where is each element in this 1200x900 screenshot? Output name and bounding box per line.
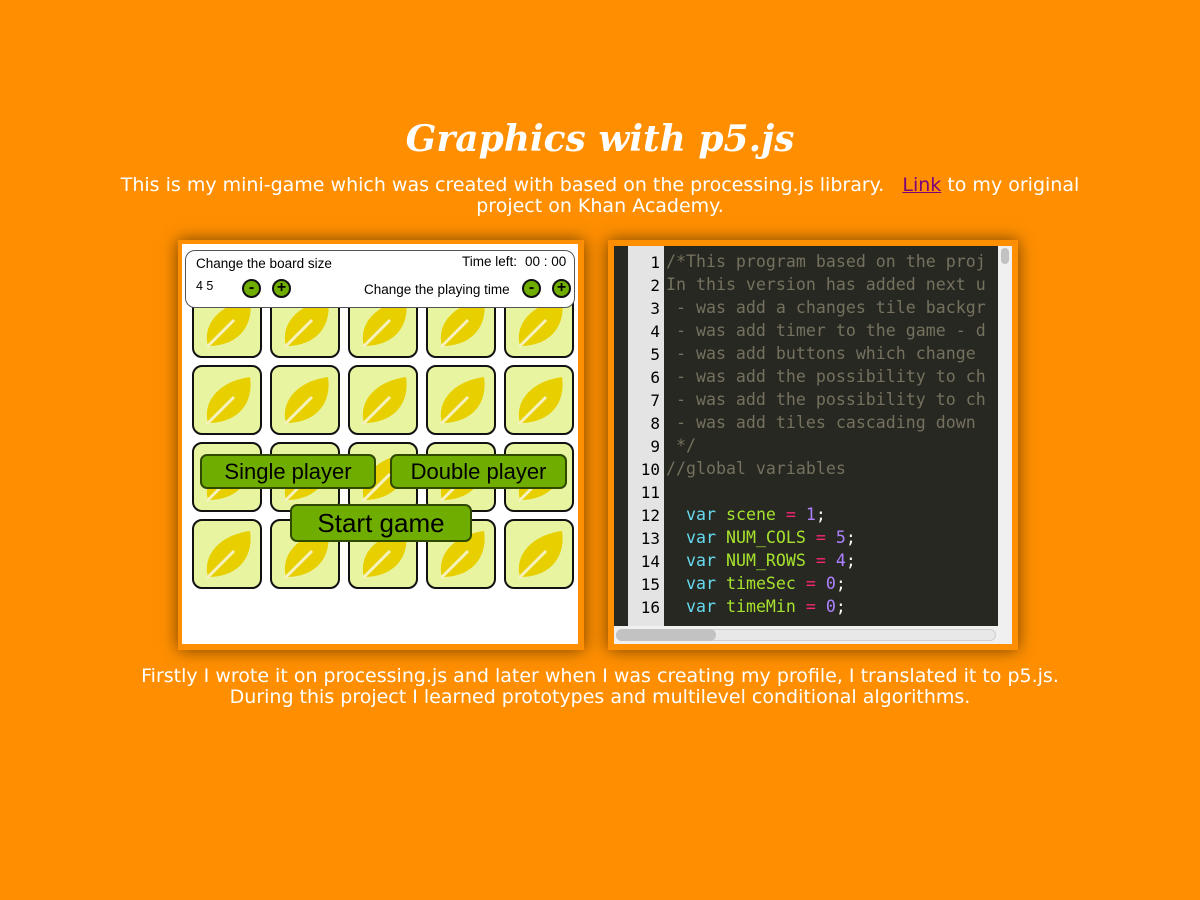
outro-text: Firstly I wrote it on processing.js and …	[141, 665, 1059, 708]
vertical-scrollbar-thumb[interactable]	[1001, 248, 1009, 264]
code-line: - was add timer to the game - d	[666, 321, 986, 340]
board-size-value: 4 5	[196, 279, 214, 293]
leaf-icon	[517, 531, 563, 580]
intro-text-start: This is my mini-game which was created w…	[120, 174, 885, 196]
line-number: 11	[640, 483, 660, 502]
line-number: 12	[640, 506, 660, 525]
code-line: - was add the possibility to ch	[666, 390, 986, 409]
leaf-icon	[439, 377, 485, 426]
code-line: var scene = 1;	[685, 505, 826, 524]
line-number: 4	[650, 322, 660, 341]
intro-text: This is my mini-game which was created w…	[120, 175, 1080, 217]
leaf-icon	[283, 377, 329, 426]
line-number: 2	[650, 276, 660, 295]
vertical-scrollbar[interactable]	[998, 246, 1012, 626]
leaf-icon	[361, 377, 407, 426]
game-tile[interactable]	[348, 365, 418, 435]
code-line: In this version has added next u	[666, 275, 986, 294]
game-tile[interactable]	[504, 519, 574, 589]
code-line: var NUM_ROWS = 4;	[685, 551, 856, 570]
board-size-plus-button[interactable]: +	[272, 279, 291, 298]
line-number: 16	[640, 598, 660, 617]
code-line: var timeSec = 0;	[685, 574, 846, 593]
playing-time-plus-button[interactable]: +	[552, 279, 571, 298]
control-bar: Change the board size Time left: 00 : 00…	[185, 250, 575, 308]
code-editor[interactable]: 1 /*This program based on the proj 2 In thi…	[614, 246, 1012, 644]
line-number: 1	[650, 253, 660, 272]
game-tile[interactable]	[504, 365, 574, 435]
code-line: var timeMin = 0;	[685, 597, 846, 616]
leaf-icon	[517, 377, 563, 426]
start-game-button[interactable]: Start game	[290, 504, 472, 542]
code-line: - was add buttons which change	[666, 344, 986, 363]
board-size-label: Change the board size	[196, 256, 332, 271]
horizontal-scrollbar[interactable]	[614, 626, 1012, 644]
line-number: 9	[650, 437, 660, 456]
double-player-button[interactable]: Double player	[390, 454, 567, 489]
line-number: 7	[650, 391, 660, 410]
line-number: 13	[640, 529, 660, 548]
game-tile[interactable]	[426, 365, 496, 435]
leaf-icon	[205, 377, 251, 426]
game-tile[interactable]	[270, 365, 340, 435]
line-number: 10	[640, 460, 660, 479]
code-line: //global variables	[666, 459, 846, 478]
playing-time-label: Change the playing time	[364, 282, 510, 297]
line-number: 3	[650, 299, 660, 318]
code-line: var NUM_COLS = 5;	[685, 528, 856, 547]
code-line: - was add tiles cascading down	[666, 413, 986, 432]
code-line: */	[666, 436, 696, 455]
khan-academy-link[interactable]: Link	[902, 174, 941, 196]
time-left-value: 00 : 00	[525, 254, 567, 269]
code-editor-panel: 1 /*This program based on the proj 2 In thi…	[608, 240, 1018, 650]
time-left-label: Time left:	[462, 254, 518, 269]
page-title: Graphics with p5.js	[405, 118, 795, 160]
playing-time-minus-button[interactable]: -	[522, 279, 541, 298]
line-number: 14	[640, 552, 660, 571]
line-number: 15	[640, 575, 660, 594]
single-player-button[interactable]: Single player	[200, 454, 376, 489]
line-number: 5	[650, 345, 660, 364]
game-canvas[interactable]: Change the board size Time left: 00 : 00…	[182, 244, 578, 644]
horizontal-scrollbar-thumb[interactable]	[616, 629, 716, 641]
game-tile[interactable]	[192, 365, 262, 435]
game-tile[interactable]	[192, 519, 262, 589]
line-number: 8	[650, 414, 660, 433]
board-size-minus-button[interactable]: -	[242, 279, 261, 298]
leaf-icon	[205, 531, 251, 580]
code-line: - was add a changes tile backgr	[666, 298, 986, 317]
game-panel: Change the board size Time left: 00 : 00…	[178, 240, 584, 650]
code-line: /*This program based on the proj	[666, 252, 986, 271]
line-number: 6	[650, 368, 660, 387]
code-line: - was add the possibility to ch	[666, 367, 986, 386]
